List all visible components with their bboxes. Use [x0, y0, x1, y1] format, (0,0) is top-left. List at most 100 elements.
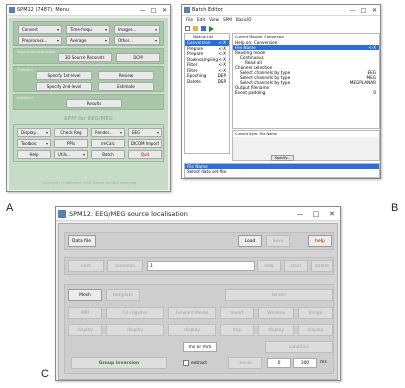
check-reg-button[interactable]: Check Reg [54, 128, 88, 137]
coregister-button[interactable]: Co-register [106, 307, 164, 319]
inference-group-label: Inference [17, 96, 34, 100]
source-reconstruction-button[interactable]: 3D Source Reconstr. [58, 53, 112, 62]
module-list-item[interactable]: Delete DEP [185, 79, 229, 85]
spm-menu-title: SPM12 (7487): Menu [17, 7, 70, 13]
menu-view[interactable]: View [209, 17, 219, 24]
new-button[interactable]: new [257, 260, 281, 272]
render-button[interactable]: render [225, 289, 333, 301]
module-item-row[interactable]: Event padding 0 [233, 90, 379, 95]
help-button[interactable]: Help [17, 150, 51, 159]
data-file-row: Data file Load Save help [64, 232, 334, 250]
menu-basicio[interactable]: BasicIO [236, 17, 252, 24]
mesh-button[interactable]: Mesh [68, 289, 102, 301]
minimize-icon[interactable]: — [137, 7, 148, 14]
spm-for-eeg-meg-banner: SPM for EEG/MEG [63, 116, 114, 122]
images-label: Images... [118, 27, 137, 32]
minimize-icon[interactable]: — [292, 210, 308, 218]
spm-top-group: Convert ▾ Time-frequ ▾ Images... ▾ Preproce… [13, 21, 164, 46]
mip-button[interactable]: mip [220, 324, 254, 336]
group-inversion-button[interactable]: Group inversion [71, 357, 167, 369]
open-folder-icon[interactable] [193, 26, 198, 31]
menu-file[interactable]: File [186, 17, 193, 24]
close-icon[interactable]: ✕ [369, 7, 380, 14]
spm-menu-titlebar: SPM12 (7487): Menu — □ ✕ [7, 5, 170, 16]
panel-label-b: B [391, 202, 399, 214]
invert-button[interactable]: Invert [220, 307, 254, 319]
ppis-button[interactable]: PPIs [54, 139, 88, 148]
review-button[interactable]: Review [98, 71, 154, 80]
utils-dropdown[interactable]: Utils... ▾ [54, 150, 88, 159]
display-label: Display... [21, 130, 39, 135]
delete-button[interactable]: delete [311, 260, 333, 272]
toolbox-dropdown[interactable]: Toolbox: ▾ [17, 139, 51, 148]
source-localisation-title: SPM12: EEG/MEG source localisation [69, 209, 188, 218]
time-frequency-dropdown[interactable]: Time-frequ ▾ [66, 25, 110, 34]
help-button[interactable]: help [308, 235, 332, 247]
batch-editor-window: Batch Editor — □ ✕ File Edit View SPM Ba… [181, 4, 381, 179]
display-mri-button[interactable]: display [68, 324, 102, 336]
movie-start-field[interactable]: 0 [267, 358, 291, 368]
movie-button[interactable]: movie [228, 357, 262, 369]
chevron-down-icon: ▾ [82, 152, 85, 157]
load-button[interactable]: Load [238, 235, 262, 247]
clear-button[interactable]: clear [284, 260, 308, 272]
extract-checkbox[interactable]: extract [183, 360, 207, 366]
ms-or-mm-field[interactable]: ms or mm [183, 342, 217, 352]
previous-button[interactable]: previous [107, 260, 143, 272]
display-forward-button[interactable]: display [168, 324, 216, 336]
save-icon[interactable] [201, 26, 206, 31]
next-button[interactable]: next [68, 260, 104, 272]
model-index-field[interactable]: 1 [147, 261, 255, 271]
preprocess-dropdown[interactable]: Preprocess... ▾ [18, 36, 62, 45]
new-file-icon[interactable] [185, 26, 190, 31]
results-button[interactable]: Results [66, 99, 122, 108]
specify-1st-level-button[interactable]: Specify 1st-level [36, 71, 92, 80]
movie-end-field[interactable]: 300 [293, 358, 317, 368]
images-dropdown[interactable]: Images... ▾ [114, 25, 160, 34]
batch-menubar: File Edit View SPM BasicIO [182, 17, 251, 24]
batch-button[interactable]: Batch [91, 150, 125, 159]
utilities-group: Display... ▾ Check Reg Render... ▾ EEG ▾ To… [13, 124, 164, 162]
convert-dropdown[interactable]: Convert ▾ [18, 25, 62, 34]
other-dropdown[interactable]: Other... ▾ [114, 36, 160, 45]
module-name: Delete [187, 78, 201, 84]
maximize-icon[interactable]: □ [358, 7, 369, 14]
window-button[interactable]: Window [258, 307, 294, 319]
minimize-icon[interactable]: — [347, 7, 358, 14]
display-image-button[interactable]: display [298, 324, 333, 336]
run-icon[interactable] [209, 25, 214, 32]
batch-editor-titlebar: Batch Editor — □ ✕ [182, 5, 380, 16]
dcm-button[interactable]: DCM [116, 53, 160, 62]
maximize-icon[interactable]: □ [148, 7, 159, 14]
quit-button[interactable]: Quit [128, 150, 162, 159]
source-localisation-body: Data file Load Save help next previous 1… [58, 223, 338, 380]
close-icon[interactable]: ✕ [159, 7, 170, 14]
display-coregister-button[interactable]: display [106, 324, 164, 336]
dicom-import-button[interactable]: DICOM Import [128, 139, 162, 148]
menu-edit[interactable]: Edit [197, 17, 205, 24]
chevron-down-icon: ▾ [119, 130, 122, 135]
close-icon[interactable]: ✕ [324, 210, 340, 218]
chevron-down-icon: ▾ [45, 141, 48, 146]
condition-button[interactable]: condition [265, 341, 333, 353]
maximize-icon[interactable]: □ [308, 210, 324, 218]
pipeline-block: Mesh template render MRI Co-register For… [64, 284, 334, 374]
specify-2nd-level-button[interactable]: Specify 2nd-level [36, 82, 92, 91]
display-dropdown[interactable]: Display... ▾ [17, 128, 51, 137]
forward-model-button[interactable]: Forward Model [168, 307, 216, 319]
mri-button[interactable]: MRI [68, 307, 102, 319]
image-button[interactable]: Image [298, 307, 333, 319]
estimate-button[interactable]: Estimate [98, 82, 154, 91]
template-button[interactable]: template [106, 289, 140, 301]
average-dropdown[interactable]: Average ▾ [66, 36, 110, 45]
chevron-down-icon: ▾ [104, 38, 107, 43]
help-panel: File Name Select data set file. [184, 163, 380, 178]
display-window-button[interactable]: display [258, 324, 294, 336]
imcalc-button[interactable]: ImCalc [91, 139, 125, 148]
modality-dropdown[interactable]: EEG ▾ [128, 128, 162, 137]
save-button[interactable]: Save [266, 235, 290, 247]
render-dropdown[interactable]: Render... ▾ [91, 128, 125, 137]
specify-button[interactable]: Specify... [271, 155, 294, 161]
help-text: File Name Select data set file. [185, 164, 379, 174]
menu-spm[interactable]: SPM [223, 17, 232, 24]
